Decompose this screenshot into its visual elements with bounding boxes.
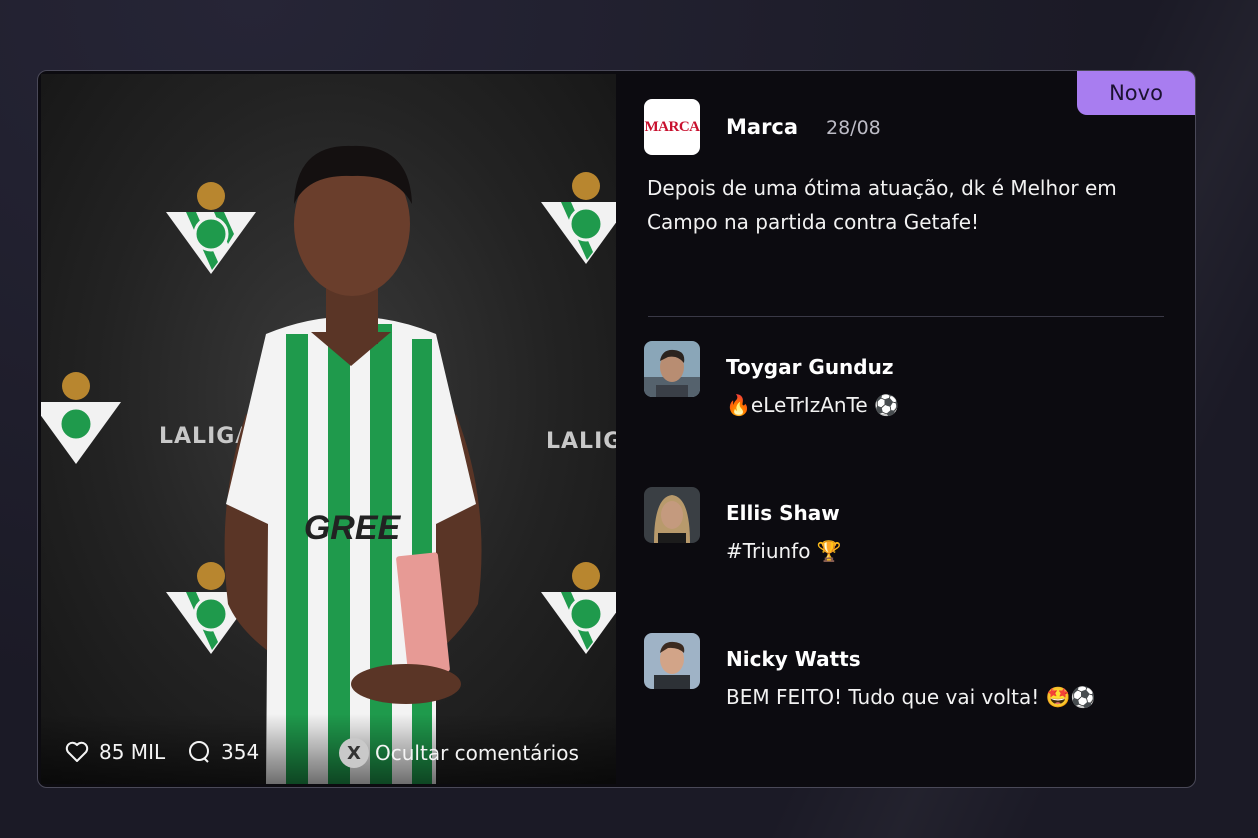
x-button-icon: X bbox=[339, 738, 369, 768]
club-crest-icon bbox=[41, 372, 121, 464]
club-crest-icon bbox=[541, 172, 616, 264]
league-logo: LALIGA bbox=[546, 429, 616, 454]
comment-text: BEM FEITO! Tudo que vai volta! 🤩⚽ bbox=[726, 685, 1096, 709]
comment-text: 🔥eLeTrIzAnTe ⚽ bbox=[726, 393, 899, 417]
hide-comments-label: Ocultar comentários bbox=[375, 741, 579, 765]
comment-item: Toygar Gunduz 🔥eLeTrIzAnTe ⚽ bbox=[644, 341, 1184, 431]
player-figure: GREE bbox=[224, 145, 482, 784]
publisher-name: Marca bbox=[726, 115, 799, 139]
avatar bbox=[644, 341, 700, 397]
comment-author: Ellis Shaw bbox=[726, 501, 840, 525]
club-crest-icon bbox=[541, 562, 616, 654]
divider bbox=[648, 316, 1164, 317]
comment-item: Ellis Shaw #Triunfo 🏆 bbox=[644, 487, 1184, 577]
comments-count: 354 bbox=[221, 740, 260, 764]
post-date: 28/08 bbox=[826, 117, 881, 139]
hide-comments-button[interactable]: X Ocultar comentários bbox=[339, 738, 579, 768]
comment-text: #Triunfo 🏆 bbox=[726, 539, 842, 563]
post-text: Depois de uma ótima atuação, dk é Melhor… bbox=[647, 176, 1117, 234]
post-photo: LALIGA LALIGA GREE bbox=[41, 74, 616, 784]
avatar bbox=[644, 633, 700, 689]
new-badge: Novo bbox=[1077, 71, 1195, 115]
news-post-card: LALIGA LALIGA GREE bbox=[37, 70, 1196, 788]
comment-author: Toygar Gunduz bbox=[726, 355, 894, 379]
heart-icon bbox=[65, 741, 89, 762]
comment-bubble-icon bbox=[189, 741, 209, 763]
likes-stat[interactable]: 85 MIL bbox=[65, 740, 165, 764]
publisher-logo-text: MARCA bbox=[644, 118, 701, 135]
comment-author: Nicky Watts bbox=[726, 647, 861, 671]
comment-item: Nicky Watts BEM FEITO! Tudo que vai volt… bbox=[644, 633, 1184, 723]
publisher-logo: MARCA bbox=[644, 99, 700, 155]
comments-stat[interactable]: 354 bbox=[187, 740, 259, 764]
avatar bbox=[644, 487, 700, 543]
svg-text:GREE: GREE bbox=[304, 509, 402, 547]
likes-count: 85 MIL bbox=[99, 740, 166, 764]
